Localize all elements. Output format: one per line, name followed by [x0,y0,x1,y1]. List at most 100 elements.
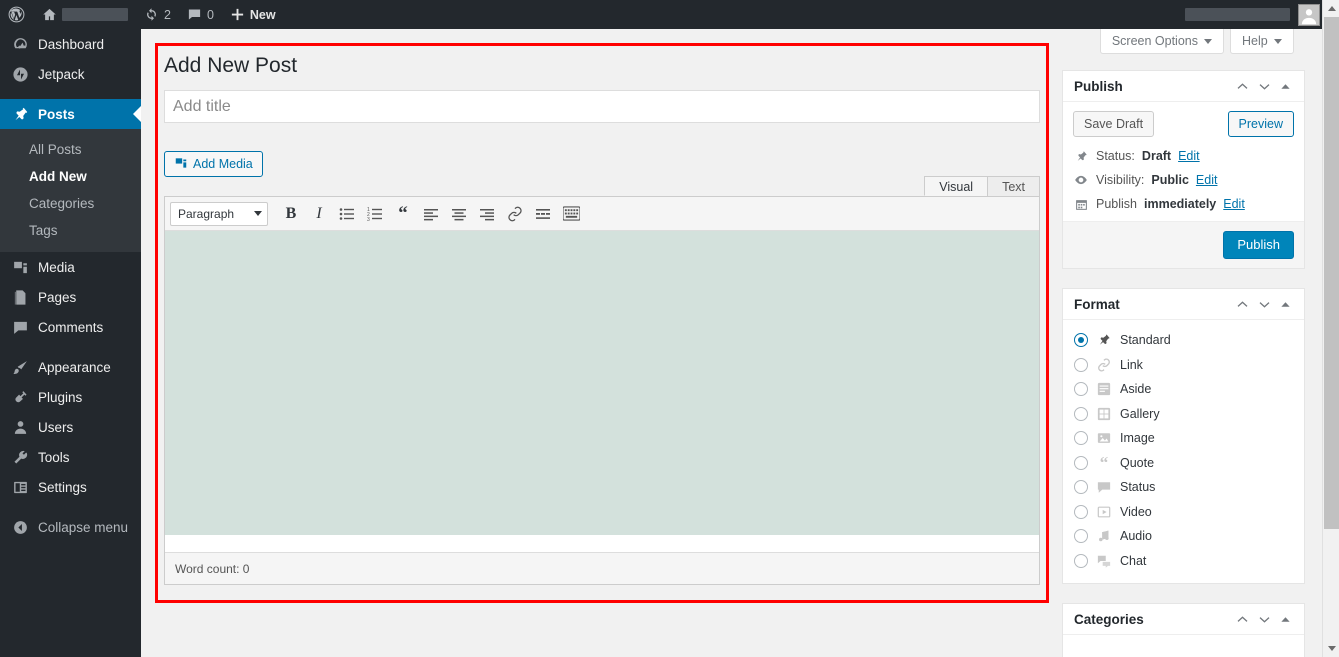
radio-icon[interactable] [1074,382,1088,397]
sidebar-item-users[interactable]: Users [0,412,141,442]
pin-icon [11,105,29,123]
bold-icon[interactable]: B [278,202,304,226]
screen-options-button[interactable]: Screen Options [1099,29,1224,54]
sidebar-item-dashboard[interactable]: Dashboard [0,29,141,59]
updates-indicator[interactable]: 2 [136,0,179,29]
align-left-icon[interactable] [418,202,444,226]
move-up-icon[interactable] [1231,607,1253,631]
sidebar-item-label: Plugins [38,389,83,405]
format-option-aside[interactable]: Aside [1074,377,1304,402]
page-scrollbar[interactable] [1322,0,1339,657]
align-center-icon[interactable] [446,202,472,226]
toggle-panel-icon[interactable] [1275,74,1295,98]
format-option-chat[interactable]: Chat [1074,549,1304,574]
radio-icon[interactable] [1074,455,1088,470]
format-option-link[interactable]: Link [1074,353,1304,378]
edit-visibility-link[interactable]: Edit [1196,173,1218,187]
radio-icon[interactable] [1074,333,1088,348]
format-option-standard[interactable]: Standard [1074,328,1304,353]
align-right-icon[interactable] [474,202,500,226]
sidebar-item-posts[interactable]: Posts [0,99,141,129]
home-icon[interactable] [34,0,136,29]
format-option-video[interactable]: Video [1074,500,1304,525]
move-up-icon[interactable] [1231,292,1253,316]
post-status-label: Status: [1096,149,1135,163]
post-content-editable[interactable] [165,231,1039,535]
new-content-button[interactable]: New [222,0,284,29]
edit-schedule-link[interactable]: Edit [1223,197,1245,211]
radio-icon[interactable] [1074,406,1088,421]
editor-bottom-spacer [165,535,1039,552]
format-option-quote[interactable]: “ Quote [1074,451,1304,476]
post-schedule-label: Publish [1096,197,1137,211]
publish-metabox-title: Publish [1074,78,1123,94]
paragraph-format-select[interactable]: Paragraph [170,201,268,226]
move-up-icon[interactable] [1231,74,1253,98]
radio-icon[interactable] [1074,357,1088,372]
wordpress-logo-icon[interactable] [0,0,34,29]
scrollbar-thumb[interactable] [1324,17,1339,529]
toolbar-toggle-icon[interactable] [558,202,584,226]
radio-icon[interactable] [1074,431,1088,446]
sidebar-item-comments[interactable]: Comments [0,312,141,342]
tab-text[interactable]: Text [987,176,1040,196]
move-down-icon[interactable] [1253,607,1275,631]
sidebar-item-settings[interactable]: Settings [0,472,141,502]
post-status-value: Draft [1141,149,1172,163]
sidebar-item-tools[interactable]: Tools [0,442,141,472]
submenu-item-categories[interactable]: Categories [0,190,141,217]
sidebar-item-media[interactable]: Media [0,252,141,282]
format-option-label: Standard [1120,333,1171,348]
format-option-status[interactable]: Status [1074,475,1304,500]
move-down-icon[interactable] [1253,292,1275,316]
preview-button[interactable]: Preview [1227,111,1294,137]
post-visibility-label: Visibility: [1096,173,1145,187]
radio-icon[interactable] [1074,529,1088,544]
chevron-down-icon [1273,38,1282,44]
add-media-button[interactable]: Add Media [164,151,263,177]
radio-icon[interactable] [1074,480,1088,495]
admin-bar-account[interactable] [1185,0,1339,29]
post-schedule-value: immediately [1144,197,1217,211]
format-option-gallery[interactable]: Gallery [1074,402,1304,427]
radio-icon[interactable] [1074,504,1088,519]
collapse-menu-button[interactable]: Collapse menu [0,512,141,542]
format-option-audio[interactable]: Audio [1074,524,1304,549]
comments-indicator[interactable]: 0 [179,0,222,29]
publish-button[interactable]: Publish [1223,231,1294,259]
tab-visual[interactable]: Visual [924,176,989,196]
gallery-icon [1096,406,1112,422]
sidebar-item-appearance[interactable]: Appearance [0,352,141,382]
save-draft-button[interactable]: Save Draft [1073,111,1155,137]
submenu-item-add-new[interactable]: Add New [0,163,141,190]
format-option-image[interactable]: Image [1074,426,1304,451]
format-option-label: Gallery [1120,406,1160,421]
categories-metabox-title: Categories [1074,611,1144,627]
submenu-item-all-posts[interactable]: All Posts [0,136,141,163]
sidebar-item-label: Appearance [38,359,111,375]
toggle-panel-icon[interactable] [1275,292,1295,316]
scroll-up-arrow-icon[interactable] [1323,0,1339,17]
submenu-item-tags[interactable]: Tags [0,217,141,244]
blockquote-icon[interactable]: “ [390,202,416,226]
numbered-list-icon[interactable]: 123 [362,202,388,226]
edit-status-link[interactable]: Edit [1178,149,1200,163]
post-title-input[interactable] [164,90,1040,123]
read-more-icon[interactable] [530,202,556,226]
sidebar-item-plugins[interactable]: Plugins [0,382,141,412]
eye-icon [1073,173,1089,187]
italic-icon[interactable]: I [306,202,332,226]
comment-bubble-icon [11,318,29,336]
toggle-panel-icon[interactable] [1275,607,1295,631]
screen-options-label: Screen Options [1111,34,1198,48]
help-label: Help [1242,34,1268,48]
sidebar-item-pages[interactable]: Pages [0,282,141,312]
admin-sidebar-menu: Dashboard Jetpack Posts All Posts Add Ne… [0,29,141,657]
radio-icon[interactable] [1074,553,1088,568]
sidebar-item-jetpack[interactable]: Jetpack [0,59,141,89]
help-button[interactable]: Help [1230,29,1294,54]
bulleted-list-icon[interactable] [334,202,360,226]
link-icon[interactable] [502,202,528,226]
scroll-down-arrow-icon[interactable] [1323,640,1339,657]
move-down-icon[interactable] [1253,74,1275,98]
